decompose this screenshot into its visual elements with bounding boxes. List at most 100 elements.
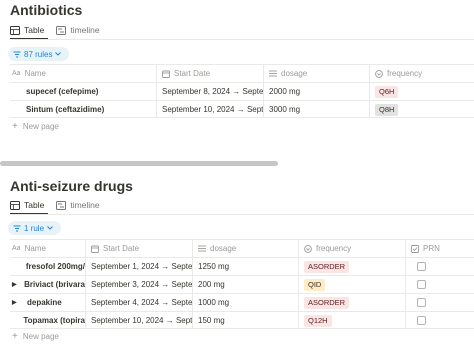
chevron-down-icon [47,226,53,230]
row-frequency[interactable]: ASORDER [298,294,405,311]
tab-table-label: Table [24,25,45,35]
row-name[interactable]: supecef (cefepime) [10,83,156,100]
checkbox-property-icon [411,244,419,253]
row-frequency[interactable]: ASORDER [298,258,405,275]
calendar-icon [91,245,99,253]
antibiotics-view-tabs: Table timeline [10,22,112,38]
column-header-label: frequency [387,69,423,78]
row-dosage[interactable]: 150 mg [192,312,298,329]
timeline-icon [56,25,67,35]
column-header-start-date[interactable]: Start Date [156,65,263,82]
column-header-frequency[interactable]: frequency [369,65,474,82]
toggle-arrow-icon[interactable]: ▶ [12,299,22,306]
new-page-button[interactable]: + New page [12,118,59,134]
tab-timeline[interactable]: timeline [56,22,100,38]
row-frequency[interactable]: Q12H [298,312,405,329]
table-row[interactable]: supecef (cefepime) September 8, 2024 → S… [10,82,474,100]
table-row[interactable]: ▶ depakine September 4, 2024 → Septem 10… [10,293,474,311]
rules-filter-pill[interactable]: 87 rules [8,47,70,61]
table-row[interactable]: ▶ Briviact (brivara September 3, 2024 → … [10,275,474,293]
prn-checkbox[interactable] [417,280,426,289]
row-name[interactable]: ▶ Briviact (brivara [10,276,85,293]
column-header-label: PRN [423,244,440,253]
timeline-icon [56,200,67,210]
table-row[interactable]: Topamax (topira September 10, 2024 → Sep… [10,311,474,329]
column-header-dosage[interactable]: dosage [192,240,298,257]
table-header-row: Aa Name Start Date dosage frequency PRN [10,239,474,257]
row-start-date[interactable]: September 3, 2024 → Septem [85,276,192,293]
row-dosage[interactable]: 3000 mg [263,101,369,118]
row-prn[interactable] [405,312,474,329]
row-frequency[interactable]: QID [298,276,405,293]
new-page-label: New page [22,121,59,131]
row-name-text: Briviact (brivara [24,280,85,289]
frequency-tag: Q8H [375,103,399,116]
row-name[interactable]: fresofol 200mg/ [10,258,85,275]
frequency-tag: Q12H [304,314,332,327]
column-header-name[interactable]: Aa Name [10,240,85,257]
select-circle-icon [375,69,383,78]
row-dosage[interactable]: 200 mg [192,276,298,293]
row-dosage[interactable]: 1250 mg [192,258,298,275]
calendar-icon [162,70,170,78]
column-header-dosage[interactable]: dosage [263,65,369,82]
column-header-frequency[interactable]: frequency [298,240,405,257]
row-frequency[interactable]: Q8H [369,101,474,118]
table-icon [10,200,20,210]
tab-timeline-label: timeline [70,200,100,210]
tab-divider [10,214,474,215]
filter-icon [13,51,21,57]
column-header-prn[interactable]: PRN [405,240,474,257]
chevron-down-icon [55,52,62,56]
text-property-icon: Aa [12,70,21,77]
plus-icon: + [12,330,18,342]
tab-timeline[interactable]: timeline [56,197,100,213]
tab-timeline-label: timeline [70,25,100,35]
row-name-text: Topamax (topira [23,316,85,325]
row-dosage[interactable]: 1000 mg [192,294,298,311]
row-start-date[interactable]: September 10, 2024 → Septe [85,312,192,329]
row-prn[interactable] [405,258,474,275]
table-row[interactable]: Sintum (ceftazidime) September 10, 2024 … [10,100,474,118]
prn-checkbox[interactable] [417,298,426,307]
rules-count: 87 rules [24,49,53,59]
row-frequency[interactable]: Q6H [369,83,474,100]
row-name[interactable]: Topamax (topira [10,312,85,329]
toggle-arrow-icon[interactable]: ▶ [12,281,19,288]
tab-divider [10,39,474,40]
row-name-text: fresofol 200mg/ [25,262,85,271]
new-page-button[interactable]: + New page [12,328,59,344]
row-start-date[interactable]: September 10, 2024 → Septe [156,101,263,118]
rules-count: 1 rule [24,223,45,233]
list-lines-icon [198,245,206,252]
row-start-date[interactable]: September 8, 2024 → Septem [156,83,263,100]
antiseizure-view-tabs: Table timeline [10,197,112,213]
rules-filter-pill[interactable]: 1 rule [8,221,62,235]
tab-table-label: Table [24,200,45,210]
row-name-text: depakine [27,298,62,307]
column-header-label: Name [24,244,46,253]
row-dosage[interactable]: 2000 mg [263,83,369,100]
list-lines-icon [269,70,277,77]
column-header-start-date[interactable]: Start Date [85,240,192,257]
table-row[interactable]: fresofol 200mg/ September 1, 2024 → Sept… [10,257,474,275]
column-header-name[interactable]: Aa Name [10,65,156,82]
row-name[interactable]: Sintum (ceftazidime) [10,101,156,118]
column-header-label: Name [24,69,46,78]
table-header-row: Aa Name Start Date dosage frequency [10,64,474,82]
row-prn[interactable] [405,276,474,293]
new-page-label: New page [22,331,59,341]
prn-checkbox[interactable] [417,316,426,325]
plus-icon: + [12,120,18,132]
tab-table[interactable]: Table [10,197,44,213]
row-prn[interactable] [405,294,474,311]
prn-checkbox[interactable] [417,262,426,271]
frequency-tag: ASORDER [304,260,350,273]
tab-table[interactable]: Table [10,22,44,38]
row-start-date[interactable]: September 4, 2024 → Septem [85,294,192,311]
antiseizure-title: Anti-seizure drugs [10,178,133,194]
horizontal-scrollbar[interactable] [0,161,278,166]
row-start-date[interactable]: September 1, 2024 → Septem [85,258,192,275]
filter-icon [13,225,21,231]
row-name[interactable]: ▶ depakine [10,294,85,311]
